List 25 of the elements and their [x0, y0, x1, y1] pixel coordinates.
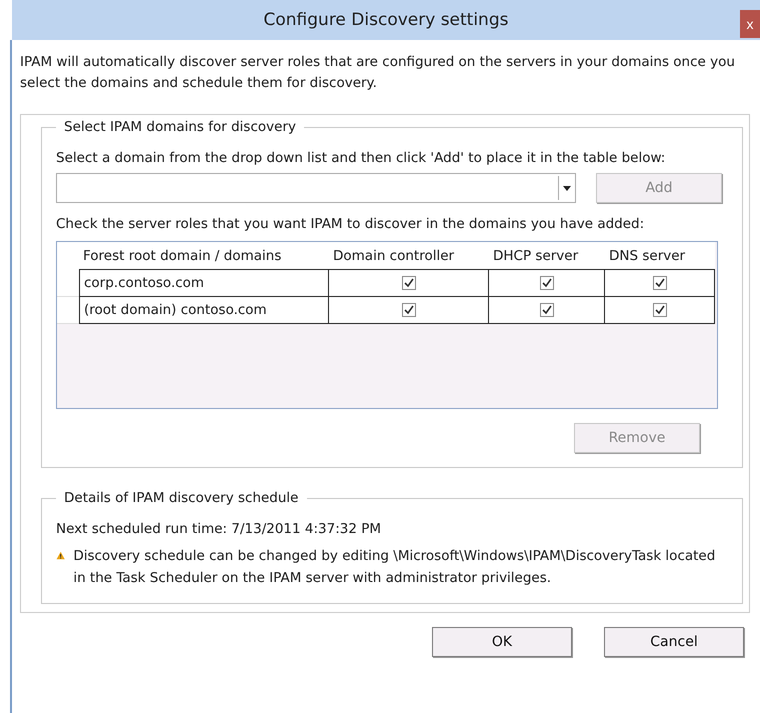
checkbox[interactable]: [402, 303, 416, 317]
instruction-text: Check the server roles that you want IPAM to discover in the domains you have added:: [56, 215, 646, 233]
row-header: [57, 297, 79, 324]
checkbox[interactable]: [540, 303, 554, 317]
column-header[interactable]: Forest root domain / domains: [79, 242, 329, 269]
warning-text: Discovery schedule can be changed by editing \Microsoft\Windows\IPAM\DiscoveryTask located in the Task Scheduler on the IPAM server with administrator privileges.: [73, 547, 716, 588]
close-button[interactable]: x: [740, 10, 760, 38]
instruction-text: Select a domain from the drop down list and then click 'Add' to place it in the table below:: [56, 149, 666, 167]
checkbox[interactable]: [402, 276, 416, 290]
group-legend: Details of IPAM discovery schedule: [56, 490, 306, 506]
row-header: [57, 269, 79, 297]
column-header[interactable]: DNS server: [605, 242, 715, 269]
group-legend: Select IPAM domains for discovery: [56, 119, 304, 135]
column-header[interactable]: Domain controller: [329, 242, 489, 269]
next-run-text: Next scheduled run time: 7/13/2011 4:37:32 PM: [56, 520, 382, 538]
table-cell: corp.contoso.com: [79, 269, 329, 297]
column-header[interactable]: DHCP server: [489, 242, 605, 269]
dialog-button[interactable]: Cancel: [604, 627, 744, 657]
window-title: Configure Discovery settings: [264, 10, 508, 30]
table-cell: (root domain) contoso.com: [79, 297, 329, 324]
intro-text: IPAM will automatically discover server roles that are configured on the servers in your domains once you select the domains and schedule them for discovery.: [20, 53, 736, 93]
dialog-button[interactable]: OK: [432, 627, 572, 657]
checkbox[interactable]: [540, 276, 554, 290]
checkbox[interactable]: [652, 303, 666, 317]
checkbox[interactable]: [652, 276, 666, 290]
